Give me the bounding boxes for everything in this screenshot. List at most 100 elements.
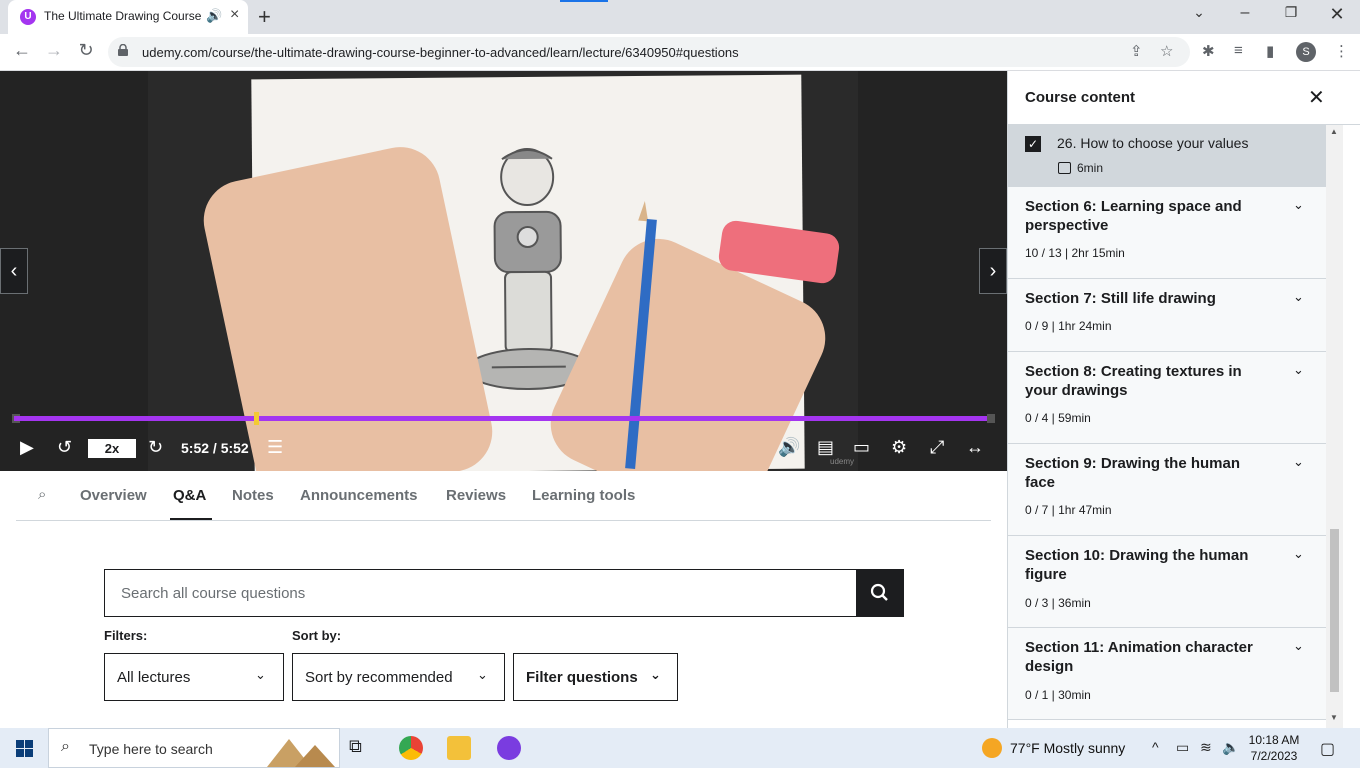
notifications-icon[interactable]: ▢ [1320,739,1335,759]
browser-tab[interactable]: U The Ultimate Drawing Course 🔊 × [8,0,248,34]
chevron-down-icon: ⌄ [1293,197,1304,212]
settings-gear-icon[interactable]: ⚙ [891,437,907,458]
chevron-down-icon: ⌄ [477,667,488,682]
volume-icon[interactable]: 🔊 [778,437,800,458]
section-item[interactable]: Section 6: Learning space and perspectiv… [1008,187,1326,279]
lecture-duration: 6min [1077,161,1104,175]
active-tab-underline [170,518,212,520]
filter-questions-button[interactable]: Filter questions ⌄ [513,653,678,701]
tab-qa[interactable]: Q&A [173,487,206,504]
taskbar-search-text: Type here to search [89,741,213,757]
udemy-favicon-icon: U [20,9,36,25]
section-item[interactable]: Section 11: Animation character design 0… [1008,628,1326,720]
file-explorer-icon[interactable] [447,736,471,760]
chevron-down-icon: ⌄ [1293,362,1304,377]
minimize-icon[interactable]: – [1230,4,1260,22]
section-meta: 0 / 9 | 1hr 24min [1025,319,1112,333]
sidebar-scrollbar[interactable]: ▲ ▼ [1326,125,1343,728]
tab-search-chevron-icon[interactable]: ⌄ [1184,4,1214,21]
expand-width-icon[interactable]: ↔ [966,437,984,458]
new-tab-plus-icon[interactable]: + [258,4,271,30]
media-queue-icon[interactable]: ≡ [1234,42,1243,59]
lock-icon [118,44,128,56]
video-frame [148,71,858,471]
restore-icon[interactable]: ❐ [1276,4,1306,21]
progress-end [987,414,995,423]
lecture-title: 26. How to choose your values [1057,135,1249,151]
qa-search-button[interactable] [856,569,904,617]
progress-scrubber-handle[interactable] [254,412,259,425]
qa-search-input[interactable] [105,570,856,616]
tab-learning-tools[interactable]: Learning tools [532,487,635,504]
transcript-icon[interactable]: ▤ [817,437,834,458]
tab-overview[interactable]: Overview [80,487,147,504]
forward-arrow-icon[interactable]: → [42,40,66,61]
current-lecture-item[interactable]: ✓ 26. How to choose your values 6min [1008,125,1326,187]
fullscreen-icon[interactable]: ⤢ [930,437,944,458]
github-desktop-icon[interactable] [497,736,521,760]
sort-select[interactable]: Sort by recommended ⌄ [292,653,505,701]
close-icon[interactable]: ✕ [1308,85,1325,110]
chevron-down-icon: ⌄ [255,667,266,682]
side-panel-icon[interactable]: ▮ [1266,42,1274,60]
taskbar-search-box[interactable]: ⌕ Type here to search [48,728,340,768]
pyramids-image [267,739,335,767]
sortby-label: Sort by: [292,628,342,643]
section-item[interactable]: Section 8: Creating textures in your dra… [1008,352,1326,444]
forward-icon[interactable]: ↻ [148,437,163,458]
section-item[interactable]: Section 7: Still life drawing 0 / 9 | 1h… [1008,279,1326,352]
chevron-down-icon: ⌄ [1293,638,1304,653]
address-bar[interactable]: udemy.com/course/the-ultimate-drawing-co… [108,37,1190,67]
battery-icon[interactable]: ▭ [1176,739,1189,756]
section-item[interactable]: Section 9: Drawing the human face 0 / 7 … [1008,444,1326,536]
task-view-icon[interactable]: ⧉ [349,736,373,760]
chrome-app-icon[interactable] [399,736,423,760]
tab-notes[interactable]: Notes [232,487,274,504]
lecture-filter-select[interactable]: All lectures ⌄ [104,653,284,701]
close-tab-icon[interactable]: × [230,6,239,24]
scroll-down-icon[interactable]: ▼ [1330,713,1338,722]
rewind-icon[interactable]: ↺ [57,437,72,458]
chevron-up-icon[interactable]: ^ [1152,739,1159,755]
section-meta: 0 / 4 | 59min [1025,411,1091,425]
speaker-icon[interactable]: 🔊 [206,8,222,24]
share-icon[interactable]: ⇪ [1130,42,1143,60]
bookmark-star-icon[interactable]: ☆ [1160,42,1173,60]
sort-value: Sort by recommended [305,669,453,686]
tab-announcements[interactable]: Announcements [300,487,418,504]
play-icon[interactable]: ▶ [20,437,34,458]
search-icon[interactable]: ⌕ [38,486,46,503]
completed-checkbox[interactable]: ✓ [1025,136,1041,152]
section-meta: 0 / 3 | 36min [1025,596,1091,610]
next-lecture-button[interactable]: › [979,248,1007,294]
filter-questions-label: Filter questions [526,669,638,686]
reload-icon[interactable]: ↻ [74,40,98,61]
section-title: Section 6: Learning space and perspectiv… [1025,198,1242,234]
weather-text[interactable]: 77°F Mostly sunny [1010,740,1125,756]
section-meta: 0 / 1 | 30min [1025,688,1091,702]
windows-start-icon[interactable] [16,740,33,757]
video-player[interactable]: ‹ › ▶ ↺ 2x ↻ 5:52 / 5:52 ☰ 🔊 ▤ ▭ ⚙ ⤢ ↔ u… [0,71,1007,471]
profile-avatar[interactable]: S [1296,42,1316,62]
back-arrow-icon[interactable]: ← [10,40,34,61]
playback-speed-button[interactable]: 2x [88,439,136,458]
qa-search-box [104,569,857,617]
video-progress-bar[interactable] [14,416,992,421]
close-window-icon[interactable]: ✕ [1322,4,1352,25]
wifi-icon[interactable]: ≋ [1200,739,1212,756]
captions-icon[interactable]: ▭ [853,437,870,458]
add-note-icon[interactable]: ☰ [267,437,283,458]
scroll-up-icon[interactable]: ▲ [1330,127,1338,136]
chevron-down-icon: ⌄ [1293,546,1304,561]
clock-time: 10:18 AM [1248,733,1300,747]
section-item[interactable]: Section 10: Drawing the human figure 0 /… [1008,536,1326,628]
previous-lecture-button[interactable]: ‹ [0,248,28,294]
scrollbar-thumb[interactable] [1330,529,1339,692]
volume-icon[interactable]: 🔈 [1222,739,1239,756]
more-menu-icon[interactable]: ⋮ [1334,42,1349,60]
tab-indicator [560,0,608,2]
tab-reviews[interactable]: Reviews [446,487,506,504]
search-icon: ⌕ [61,738,70,755]
taskbar-clock[interactable]: 10:18 AM 7/2/2023 [1248,732,1300,764]
extensions-puzzle-icon[interactable]: ✱ [1202,42,1215,60]
